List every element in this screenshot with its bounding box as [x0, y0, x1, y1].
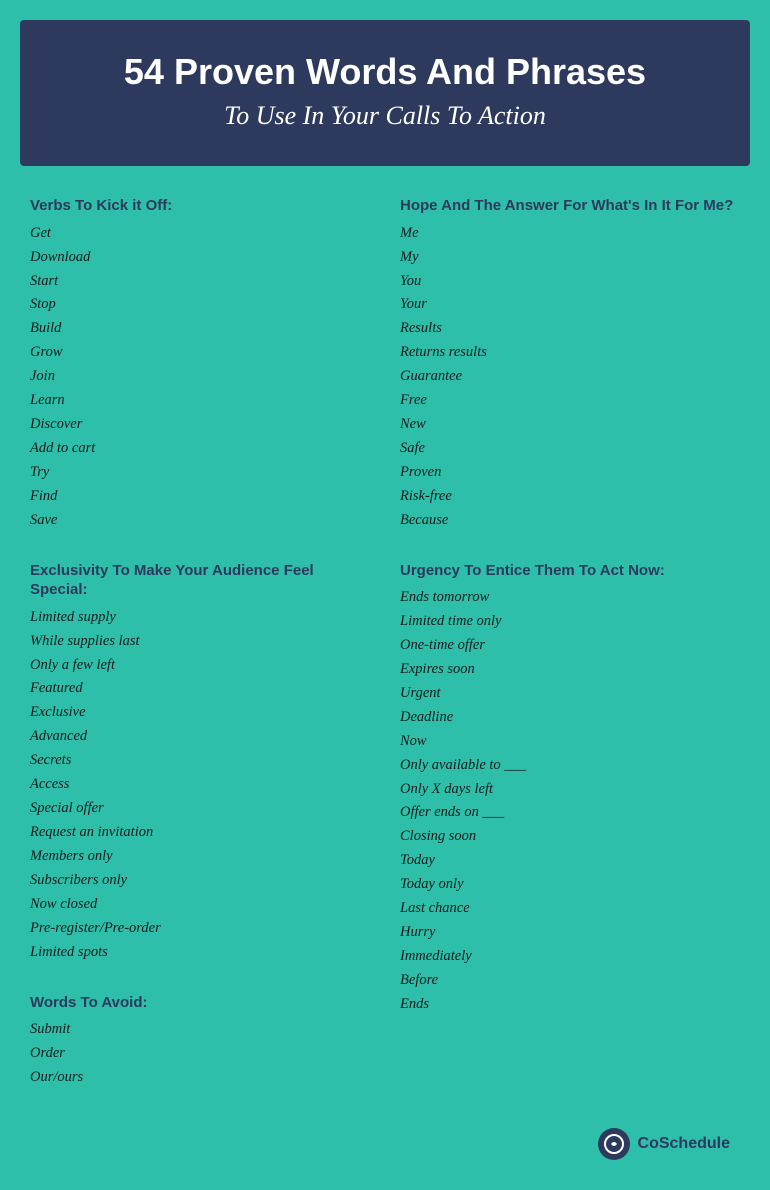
list-item: Offer ends on ___ [400, 801, 740, 825]
section-1-1: Urgency To Entice Them To Act Now: Ends t… [400, 561, 740, 1017]
list-item: New [400, 413, 740, 437]
list-item: Stop [30, 293, 370, 317]
section-0-1: Exclusivity To Make Your Audience Feel S… [30, 561, 370, 965]
list-item: Closing soon [400, 825, 740, 849]
list-item: Grow [30, 341, 370, 365]
list-item: Start [30, 270, 370, 294]
page-title: 54 Proven Words And Phrases [60, 50, 710, 93]
list-item: Find [30, 485, 370, 509]
list-item: Now closed [30, 893, 370, 917]
section-0-0: Verbs To Kick it Off: GetDownloadStartSto… [30, 196, 370, 532]
section-1-0: Hope And The Answer For What's In It For… [400, 196, 740, 532]
section-title-0-0: Verbs To Kick it Off: [30, 196, 370, 216]
list-item: Exclusive [30, 701, 370, 725]
list-item: Last chance [400, 897, 740, 921]
list-item: Featured [30, 677, 370, 701]
list-item: Submit [30, 1018, 370, 1042]
list-item: Join [30, 365, 370, 389]
section-0-2: Words To Avoid: SubmitOrderOur/ours [30, 993, 370, 1090]
list-item: Results [400, 317, 740, 341]
list-item: Only available to ___ [400, 754, 740, 778]
list-item: Expires soon [400, 658, 740, 682]
footer: CoSchedule [20, 1118, 750, 1170]
list-item: Order [30, 1042, 370, 1066]
column-0: Verbs To Kick it Off: GetDownloadStartSto… [30, 196, 370, 1118]
list-item: Proven [400, 461, 740, 485]
list-item: Now [400, 730, 740, 754]
list-item: Today only [400, 873, 740, 897]
list-item: Ends [400, 993, 740, 1017]
list-item: Save [30, 509, 370, 533]
section-title-1-1: Urgency To Entice Them To Act Now: [400, 561, 740, 581]
list-item: Access [30, 773, 370, 797]
list-item: Today [400, 849, 740, 873]
list-item: Risk-free [400, 485, 740, 509]
list-item: Pre-register/Pre-order [30, 917, 370, 941]
list-item: Advanced [30, 725, 370, 749]
list-item: Ends tomorrow [400, 586, 740, 610]
list-item: Your [400, 293, 740, 317]
list-item: Members only [30, 845, 370, 869]
list-item: You [400, 270, 740, 294]
list-item: Learn [30, 389, 370, 413]
list-item: Get [30, 222, 370, 246]
brand-logo [598, 1128, 630, 1160]
list-item: Because [400, 509, 740, 533]
list-item: Secrets [30, 749, 370, 773]
list-item: Build [30, 317, 370, 341]
list-item: Add to cart [30, 437, 370, 461]
list-item: Only X days left [400, 778, 740, 802]
list-item: My [400, 246, 740, 270]
list-item: Free [400, 389, 740, 413]
list-item: While supplies last [30, 630, 370, 654]
list-item: Safe [400, 437, 740, 461]
list-item: Immediately [400, 945, 740, 969]
brand-name: CoSchedule [638, 1135, 730, 1153]
list-item: Special offer [30, 797, 370, 821]
list-item: Returns results [400, 341, 740, 365]
section-title-1-0: Hope And The Answer For What's In It For… [400, 196, 740, 216]
list-item: Before [400, 969, 740, 993]
list-item: Limited supply [30, 606, 370, 630]
list-item: Request an invitation [30, 821, 370, 845]
list-item: Try [30, 461, 370, 485]
content-area: Verbs To Kick it Off: GetDownloadStartSto… [20, 196, 750, 1118]
section-title-0-2: Words To Avoid: [30, 993, 370, 1013]
list-item: Our/ours [30, 1066, 370, 1090]
page-container: 54 Proven Words And Phrases To Use In Yo… [0, 0, 770, 1190]
page-subtitle: To Use In Your Calls To Action [60, 101, 710, 131]
list-item: Guarantee [400, 365, 740, 389]
list-item: Subscribers only [30, 869, 370, 893]
section-title-0-1: Exclusivity To Make Your Audience Feel S… [30, 561, 370, 600]
column-1: Hope And The Answer For What's In It For… [400, 196, 740, 1118]
list-item: Discover [30, 413, 370, 437]
list-item: Deadline [400, 706, 740, 730]
list-item: One-time offer [400, 634, 740, 658]
list-item: Limited spots [30, 941, 370, 965]
list-item: Me [400, 222, 740, 246]
list-item: Download [30, 246, 370, 270]
list-item: Only a few left [30, 654, 370, 678]
list-item: Hurry [400, 921, 740, 945]
header-box: 54 Proven Words And Phrases To Use In Yo… [20, 20, 750, 166]
list-item: Urgent [400, 682, 740, 706]
list-item: Limited time only [400, 610, 740, 634]
